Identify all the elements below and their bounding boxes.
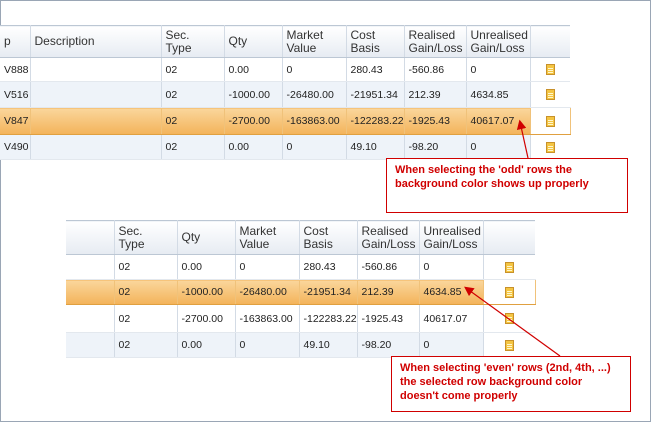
callout-arrows bbox=[464, 119, 561, 357]
arrow-to-odd-row bbox=[516, 119, 529, 159]
arrow-to-even-row bbox=[464, 286, 561, 357]
